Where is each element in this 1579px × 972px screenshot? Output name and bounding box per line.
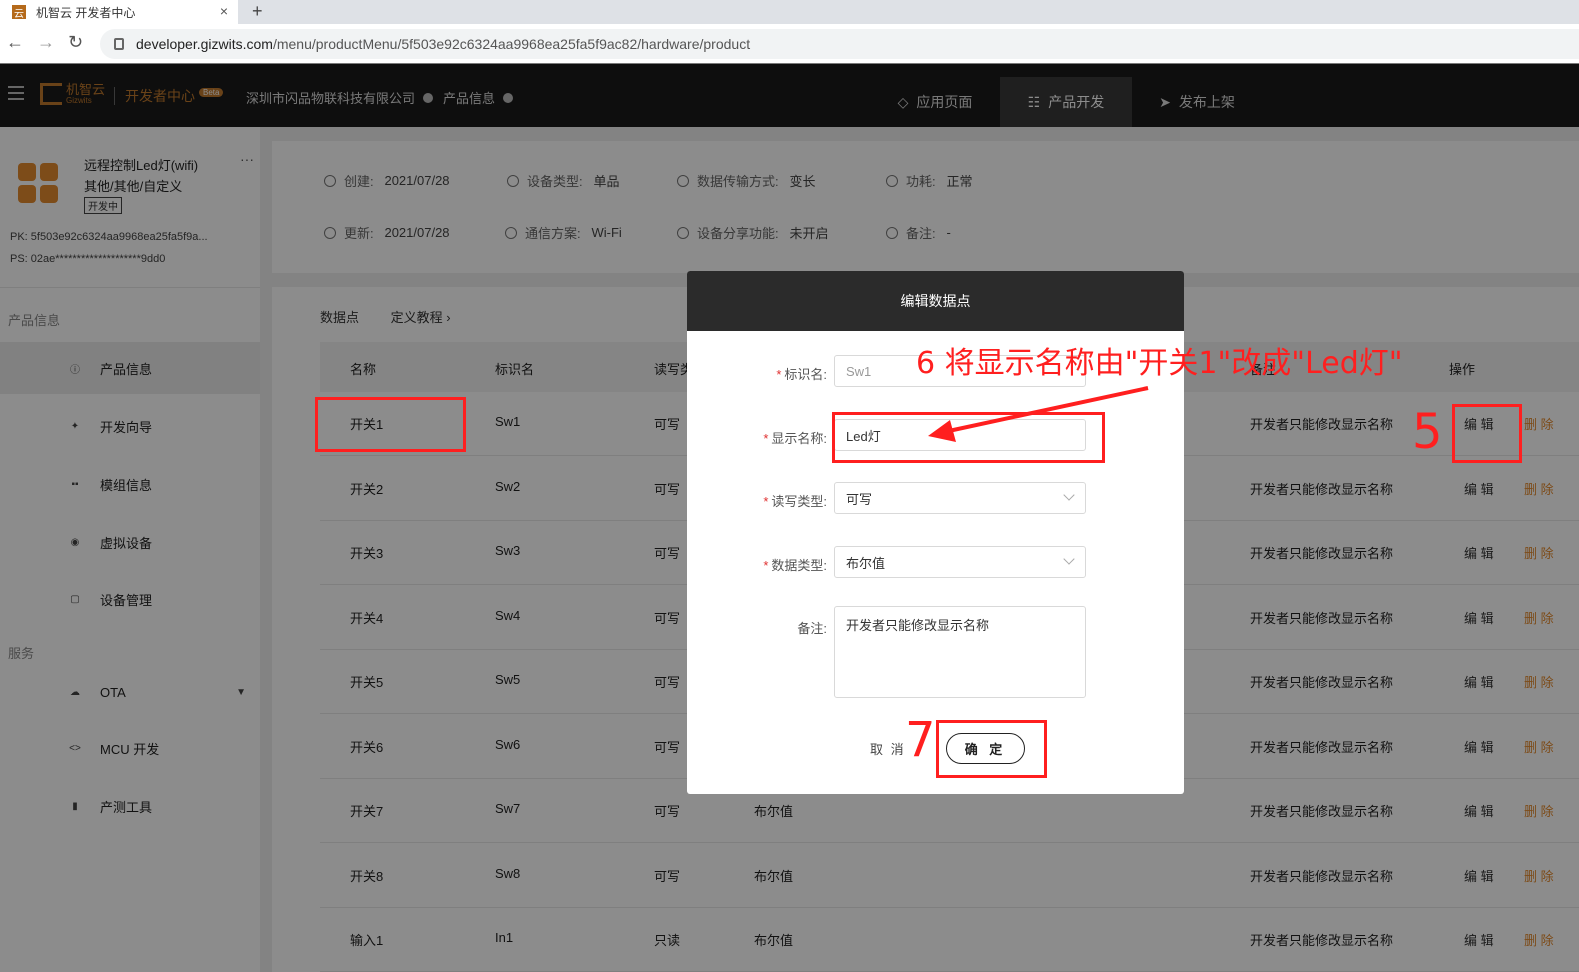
field-display-label: * 显示名称:	[763, 431, 827, 446]
chevron-down-icon	[1063, 489, 1075, 501]
annotation-box-edit	[1452, 404, 1522, 463]
browser-tabstrip: 云 机智云 开发者中心 × +	[0, 0, 1579, 24]
note-textarea[interactable]: 开发者只能修改显示名称	[834, 606, 1086, 698]
cancel-button[interactable]: 取 消	[870, 739, 906, 758]
field-note: 备注: 开发者只能修改显示名称	[687, 606, 1184, 698]
chevron-down-icon	[1063, 553, 1075, 565]
reload-icon[interactable]: ↻	[68, 32, 83, 53]
lock-icon	[114, 38, 124, 50]
url-bar[interactable]: developer.gizwits.com/menu/productMenu/5…	[100, 29, 1579, 59]
annotation-step6: 6 将显示名称由"开关1"改成"Led灯"	[916, 346, 1403, 381]
annotation-box-row1	[315, 397, 466, 452]
field-id-label: * 标识名:	[776, 367, 827, 382]
field-dtype-label: * 数据类型:	[763, 558, 827, 573]
new-tab-icon[interactable]: +	[252, 0, 263, 22]
data-type-select[interactable]: 布尔值	[834, 546, 1086, 578]
field-rw-label: * 读写类型:	[763, 494, 827, 509]
rw-type-select[interactable]: 可写	[834, 482, 1086, 514]
browser-tab[interactable]: 云 机智云 开发者中心 ×	[0, 0, 238, 24]
annotation-step5: 5	[1412, 404, 1443, 460]
field-note-label: 备注:	[797, 621, 827, 636]
browser-tab-title: 机智云 开发者中心	[36, 5, 136, 20]
annotation-box-confirm	[936, 720, 1047, 778]
url-text: developer.gizwits.com/menu/productMenu/5…	[136, 36, 751, 52]
tab-close-icon[interactable]: ×	[220, 3, 228, 19]
annotation-step7: 7	[905, 712, 936, 768]
forward-arrow-icon[interactable]: →	[37, 32, 55, 53]
field-data-type: * 数据类型: 布尔值	[687, 546, 1184, 580]
site-favicon-icon: 云	[12, 5, 26, 20]
annotation-arrow	[928, 386, 1149, 442]
modal-title: 编辑数据点	[687, 271, 1184, 331]
back-arrow-icon[interactable]: ←	[6, 32, 24, 53]
field-rw-type: * 读写类型: 可写	[687, 482, 1184, 516]
browser-toolbar: ← → ↻ developer.gizwits.com/menu/product…	[0, 24, 1579, 64]
